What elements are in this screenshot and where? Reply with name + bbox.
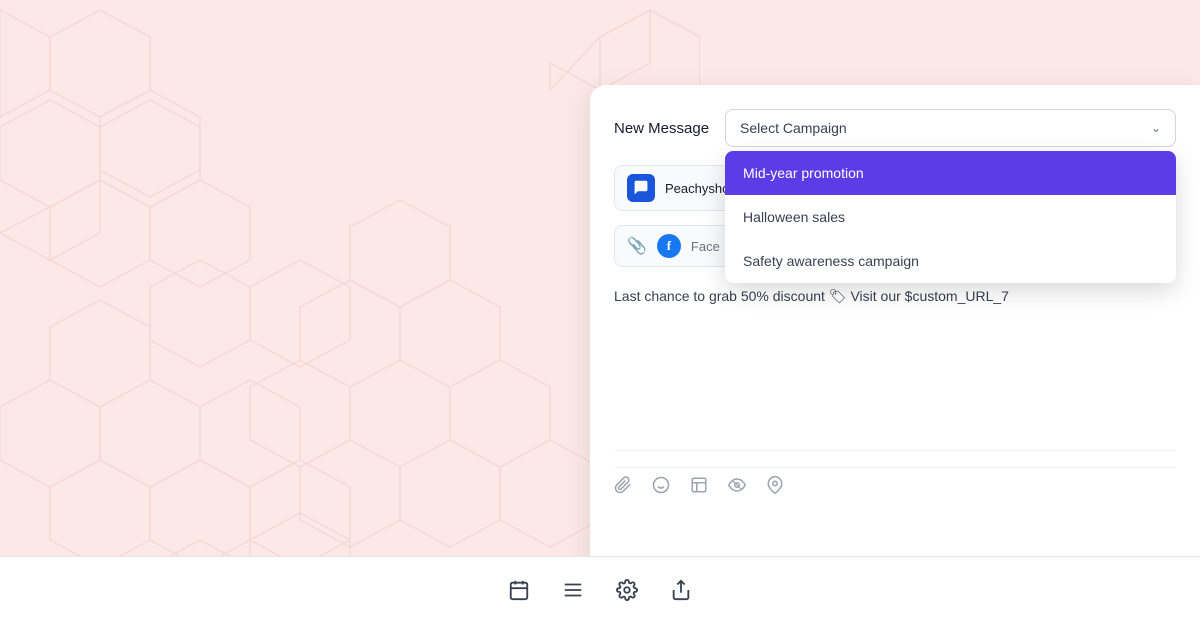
- message-source-label: Face: [691, 239, 720, 254]
- campaign-dropdown-wrapper: Select Campaign ⌄ Mid-year promotion Hal…: [725, 109, 1176, 147]
- calendar-icon[interactable]: [508, 579, 530, 607]
- location-icon[interactable]: [766, 476, 784, 499]
- recipient-avatar-icon: [633, 180, 649, 196]
- bottom-bar: [0, 556, 1200, 628]
- dropdown-item-mid-year[interactable]: Mid-year promotion: [725, 151, 1176, 195]
- recipient-avatar: [627, 174, 655, 202]
- campaign-dropdown-menu: Mid-year promotion Halloween sales Safet…: [725, 151, 1176, 283]
- main-panel: New Message Select Campaign ⌄ Mid-year p…: [590, 85, 1200, 628]
- paperclip-icon[interactable]: [614, 476, 632, 499]
- header-row: New Message Select Campaign ⌄ Mid-year p…: [614, 109, 1176, 147]
- toolbar-icons: [614, 467, 1176, 515]
- new-message-label: New Message: [614, 120, 709, 137]
- eye-icon[interactable]: [728, 476, 746, 499]
- message-body: Last chance to grab 50% discount 🏷 Visit…: [614, 281, 1176, 451]
- chevron-down-icon: ⌄: [1151, 121, 1161, 135]
- dropdown-item-safety[interactable]: Safety awareness campaign: [725, 239, 1176, 283]
- settings-icon[interactable]: [616, 579, 638, 607]
- attach-icon[interactable]: 📎: [627, 236, 647, 256]
- campaign-select-trigger[interactable]: Select Campaign ⌄: [725, 109, 1176, 147]
- share-icon[interactable]: [670, 579, 692, 607]
- message-text: Last chance to grab 50% discount 🏷 Visit…: [614, 288, 1009, 304]
- template-icon[interactable]: [690, 476, 708, 499]
- emoji-icon[interactable]: [652, 476, 670, 499]
- dropdown-item-halloween[interactable]: Halloween sales: [725, 195, 1176, 239]
- campaign-select-label: Select Campaign: [740, 120, 847, 136]
- list-icon[interactable]: [562, 579, 584, 607]
- facebook-icon: f: [657, 234, 681, 258]
- facebook-icon-letter: f: [667, 238, 671, 254]
